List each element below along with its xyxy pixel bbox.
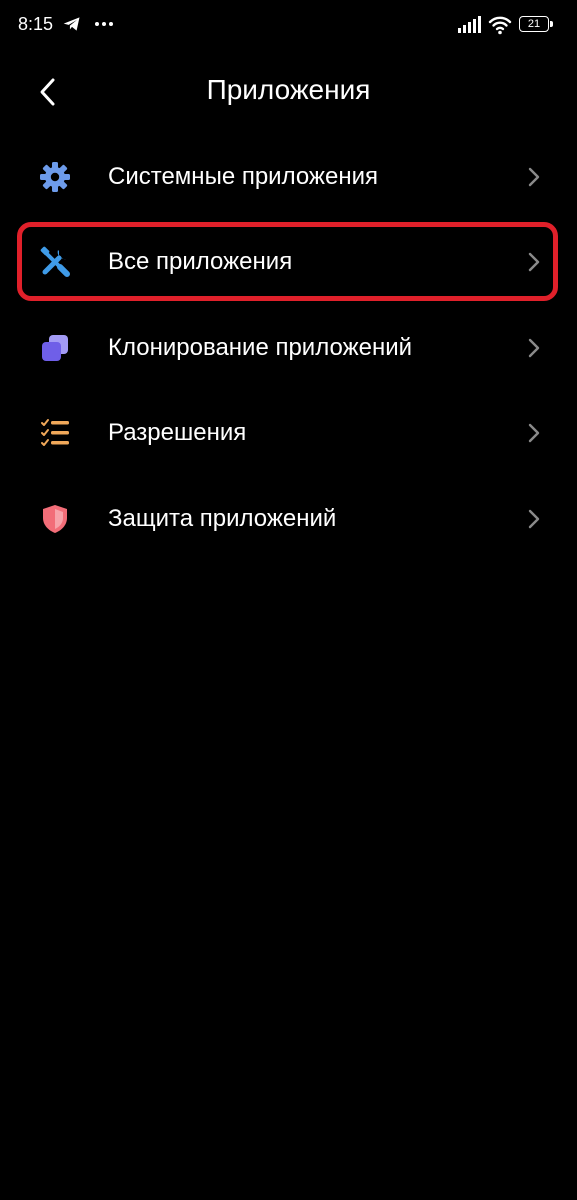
menu-item-all-apps[interactable]: Все приложения bbox=[0, 220, 577, 306]
menu-item-label: Все приложения bbox=[108, 248, 293, 276]
menu-item-label: Системные приложения bbox=[108, 162, 378, 190]
gear-icon bbox=[38, 160, 72, 194]
menu-item-app-protection[interactable]: Защита приложений bbox=[0, 476, 577, 562]
menu-item-permissions[interactable]: Разрешения bbox=[0, 391, 577, 477]
clone-icon bbox=[38, 331, 72, 365]
menu-item-label: Защита приложений bbox=[108, 504, 337, 532]
more-dots-icon bbox=[95, 22, 113, 26]
status-bar: 8:15 21 bbox=[0, 0, 577, 50]
tools-icon bbox=[38, 245, 72, 279]
menu-item-system-apps[interactable]: Системные приложения bbox=[0, 134, 577, 220]
chevron-right-icon bbox=[528, 338, 540, 357]
menu-item-label: Разрешения bbox=[108, 419, 247, 447]
menu-list: Системные приложения Все приложения Клон… bbox=[0, 134, 577, 562]
wifi-icon bbox=[488, 16, 512, 35]
signal-icon bbox=[458, 16, 481, 33]
status-time: 8:15 bbox=[18, 14, 54, 34]
page-title: Приложения bbox=[206, 74, 371, 105]
menu-item-clone-apps[interactable]: Клонирование приложений bbox=[0, 305, 577, 391]
chevron-right-icon bbox=[528, 167, 540, 186]
chevron-right-icon bbox=[528, 424, 540, 443]
battery-level: 21 bbox=[527, 18, 541, 30]
chevron-right-icon bbox=[528, 253, 540, 272]
menu-item-label: Клонирование приложений bbox=[108, 333, 413, 361]
header: Приложения bbox=[0, 60, 577, 124]
telegram-icon bbox=[63, 17, 80, 31]
battery-icon: 21 bbox=[519, 16, 555, 34]
chevron-right-icon bbox=[528, 509, 540, 528]
shield-icon bbox=[38, 502, 72, 536]
checklist-icon bbox=[38, 416, 72, 450]
